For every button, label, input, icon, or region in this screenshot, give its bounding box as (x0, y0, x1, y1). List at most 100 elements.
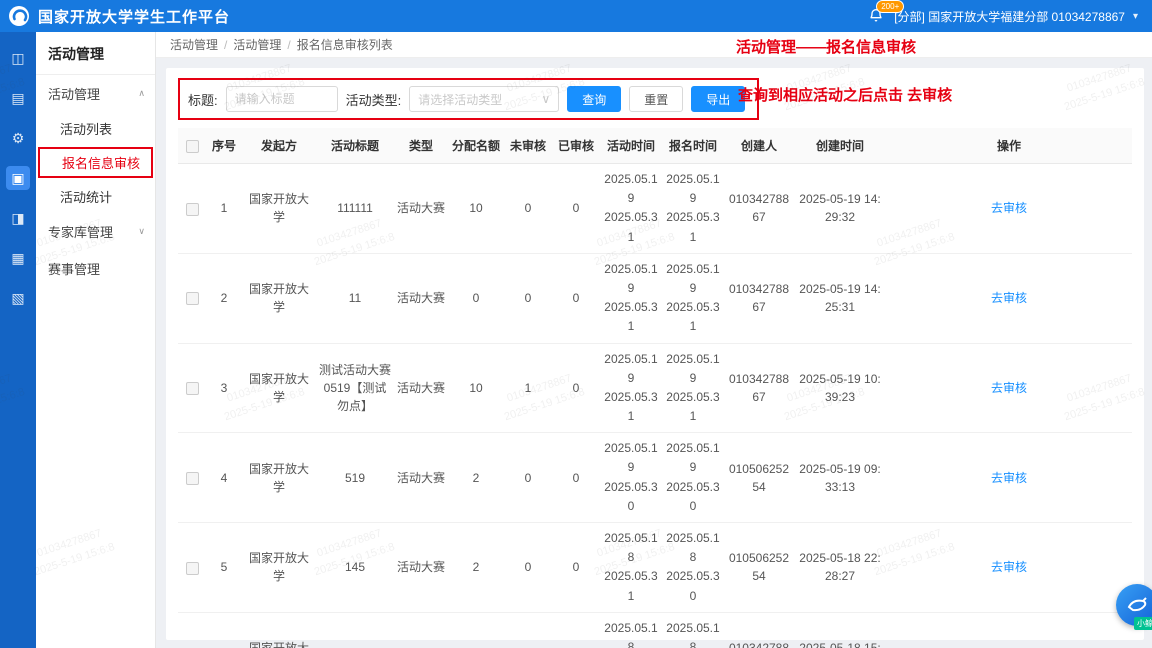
cell-no: 2 (206, 253, 242, 343)
calendar-icon[interactable]: ▧ (6, 286, 30, 310)
cell-quota: 0 (448, 253, 504, 343)
reset-button[interactable]: 重置 (629, 86, 683, 112)
column-header: 已审核 (552, 128, 600, 164)
review-link[interactable]: 去审核 (991, 471, 1027, 485)
cell-title: 55555 (316, 612, 394, 648)
column-header: 活动标题 (316, 128, 394, 164)
review-link[interactable]: 去审核 (991, 560, 1027, 574)
type-filter-label: 活动类型: (346, 90, 402, 109)
cell-type: 活动大赛 (394, 343, 448, 433)
activity-type-select[interactable]: 请选择活动类型 ∨ (409, 86, 559, 112)
cell-approved: 1 (552, 612, 600, 648)
row-checkbox[interactable] (186, 382, 199, 395)
breadcrumb-item[interactable]: 活动管理 (233, 36, 281, 53)
table-row: 1国家开放大学111111活动大赛10002025.05.192025.05.3… (178, 164, 1132, 254)
cell-signup-time: 2025.05.192025.05.31 (662, 253, 724, 343)
cell-created: 2025-05-19 09:33:13 (794, 433, 886, 523)
cell-approved: 0 (552, 343, 600, 433)
audit-table: 序号发起方活动标题类型分配名额未审核已审核活动时间报名时间创建人创建时间操作 1… (178, 128, 1132, 648)
cell-created: 2025-05-19 14:25:31 (794, 253, 886, 343)
cell-title: 测试活动大赛0519【测试勿点】 (316, 343, 394, 433)
cell-title: 519 (316, 433, 394, 523)
sidebar-group-activity[interactable]: 活动管理 ∧ (36, 75, 155, 112)
filter-bar-annotation-box: 标题: 活动类型: 请选择活动类型 ∨ 查询 重置 导出 (178, 78, 759, 120)
table-row: 3国家开放大学测试活动大赛0519【测试勿点】活动大赛10102025.05.1… (178, 343, 1132, 433)
cell-quota: 2 (448, 523, 504, 613)
cell-creator: 01034278867 (724, 612, 794, 648)
search-button[interactable]: 查询 (567, 86, 621, 112)
breadcrumb-item[interactable]: 活动管理 (170, 36, 218, 53)
sidebar-section-title: 活动管理 (36, 32, 155, 75)
sidebar-item-signup-audit[interactable]: 报名信息审核 (62, 153, 147, 172)
review-link[interactable]: 去审核 (991, 291, 1027, 305)
sidebar-group-expert-label: 专家库管理 (48, 222, 113, 241)
column-header: 类型 (394, 128, 448, 164)
cell-created: 2025-05-19 10:39:23 (794, 343, 886, 433)
cell-no: 5 (206, 523, 242, 613)
cell-sponsor: 国家开放大学 (242, 253, 316, 343)
cell-pending: 0 (504, 253, 552, 343)
column-header: 发起方 (242, 128, 316, 164)
row-checkbox[interactable] (186, 472, 199, 485)
cell-sponsor: 国家开放大学 (242, 523, 316, 613)
cell-sponsor: 国家开放大学 (242, 433, 316, 523)
row-checkbox[interactable] (186, 203, 199, 216)
main-area: 活动管理 / 活动管理 / 报名信息审核列表 活动管理——报名信息审核 标题: … (156, 32, 1152, 648)
user-account[interactable]: [分部] 国家开放大学福建分部 01034278867 (894, 8, 1125, 25)
cell-no: 4 (206, 433, 242, 523)
column-header: 创建时间 (794, 128, 886, 164)
cell-signup-time: 2025.05.192025.05.30 (662, 433, 724, 523)
notification-badge: 200+ (876, 0, 904, 13)
platform-logo-icon (8, 5, 30, 27)
cell-pending: 0 (504, 433, 552, 523)
select-all-checkbox[interactable] (186, 140, 199, 153)
library-icon[interactable]: ◨ (6, 206, 30, 230)
column-header: 分配名额 (448, 128, 504, 164)
review-link[interactable]: 去审核 (991, 201, 1027, 215)
cell-pending: 1 (504, 343, 552, 433)
assistant-button[interactable]: 小鲸 (1116, 584, 1152, 626)
cell-activity-time: 2025.05.182025.05.31 (600, 612, 662, 648)
cell-creator: 01034278867 (724, 343, 794, 433)
cell-quota: 2 (448, 433, 504, 523)
select-caret-icon: ∨ (541, 92, 550, 106)
chevron-down-icon: ∨ (138, 226, 145, 237)
dashboard-icon[interactable]: ◫ (6, 46, 30, 70)
row-checkbox[interactable] (186, 562, 199, 575)
breadcrumb-item-current: 报名信息审核列表 (297, 36, 393, 53)
cell-pending: 0 (504, 612, 552, 648)
gear-icon[interactable]: ⚙ (6, 126, 30, 150)
cell-quota: 10 (448, 164, 504, 254)
cell-creator: 01034278867 (724, 253, 794, 343)
table-row: 4国家开放大学519活动大赛2002025.05.192025.05.30202… (178, 433, 1132, 523)
notification-bell-icon[interactable]: 200+ (868, 7, 886, 25)
cell-title: 11 (316, 253, 394, 343)
sidebar-item-activity-list[interactable]: 活动列表 (36, 112, 155, 145)
sidebar-item-activity-stats[interactable]: 活动统计 (36, 180, 155, 213)
title-filter-input[interactable] (226, 86, 338, 112)
cell-creator: 01050625254 (724, 433, 794, 523)
monitor-icon[interactable]: ▤ (6, 86, 30, 110)
org-icon[interactable]: ▦ (6, 246, 30, 270)
annotation-hint: 查询到相应活动之后点击 去审核 (738, 84, 952, 105)
cell-activity-time: 2025.05.192025.05.31 (600, 343, 662, 433)
content: 标题: 活动类型: 请选择活动类型 ∨ 查询 重置 导出 查询到相应活动之后点击… (156, 58, 1152, 648)
cell-sponsor: 国家开放大学 (242, 164, 316, 254)
sidebar-group-expert[interactable]: 专家库管理 ∨ (36, 213, 155, 250)
cell-no: 1 (206, 164, 242, 254)
review-link[interactable]: 去审核 (991, 381, 1027, 395)
icon-rail: ◫ ▤ ⚙ ▣ ◨ ▦ ▧ (0, 32, 36, 648)
sidebar-item-contest[interactable]: 赛事管理 (36, 250, 155, 287)
row-checkbox[interactable] (186, 292, 199, 305)
cell-created: 2025-05-18 15:10:28 (794, 612, 886, 648)
chevron-up-icon: ∧ (138, 88, 145, 99)
cell-sponsor: 国家开放大学 (242, 343, 316, 433)
app-title: 国家开放大学学生工作平台 (38, 6, 230, 27)
column-header: 未审核 (504, 128, 552, 164)
title-filter-label: 标题: (188, 90, 218, 109)
user-caret-icon[interactable]: ▾ (1133, 11, 1138, 22)
cell-title: 145 (316, 523, 394, 613)
activity-icon[interactable]: ▣ (6, 166, 30, 190)
annotation-title: 活动管理——报名信息审核 (736, 36, 916, 57)
cell-quota: 10 (448, 612, 504, 648)
